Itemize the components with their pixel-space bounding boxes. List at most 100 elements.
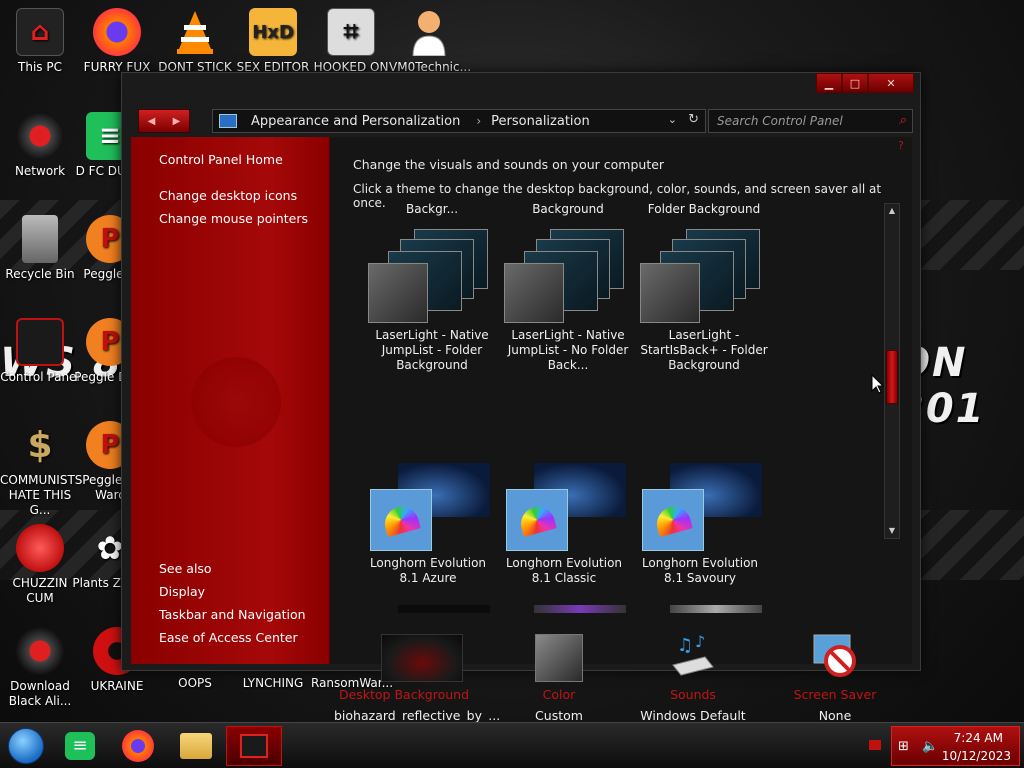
sounds-title[interactable]: Sounds: [623, 687, 763, 702]
address-bar[interactable]: Appearance and Personalization › Persona…: [212, 109, 706, 133]
theme-label-partial[interactable]: Background: [500, 202, 636, 216]
money-bag-icon: $: [27, 424, 53, 466]
minimize-button[interactable]: ▁: [816, 73, 842, 93]
personalization-window: ▁ □ ✕ ◀ ▶ Appearance and Personalization…: [121, 72, 921, 723]
svg-text:♫: ♫: [677, 635, 693, 656]
refresh-icon[interactable]: ↻: [688, 112, 699, 127]
taskbar: ≡ ⊞ 🔈 7:24 AM 10/12/2023: [0, 722, 1024, 768]
theme-tile-laserlight-3[interactable]: LaserLight - StartIsBack+ - Folder Backg…: [636, 229, 772, 374]
search-input[interactable]: Search Control Panel ⌕: [708, 109, 913, 133]
sidebar-link-control-panel-home[interactable]: Control Panel Home: [159, 152, 283, 167]
desktop-icon-hooked-on[interactable]: ⌗ HOOKED ON: [311, 8, 391, 75]
desktop-background-link[interactable]: Desktop Background biohazard_reflective_…: [334, 687, 500, 723]
breadcrumb-separator[interactable]: ›: [476, 114, 481, 128]
firefox-icon: [93, 8, 141, 56]
desktop-icon-communists[interactable]: $ COMMUNISTS HATE THIS G...: [0, 421, 82, 518]
network-tray-icon[interactable]: ⊞: [898, 739, 909, 754]
folder-icon: [180, 733, 212, 759]
page-heading: Change the visuals and sounds on your co…: [353, 157, 665, 172]
theme-name: LaserLight - StartIsBack+ - Folder Backg…: [640, 328, 768, 372]
theme-thumbnail: [370, 463, 506, 553]
sounds-icon[interactable]: ♫ ♪: [669, 631, 717, 681]
theme-thumbnail: [640, 229, 760, 323]
desktop-icon-furry-fux[interactable]: FURRY FUX: [77, 8, 157, 75]
theme-thumbnail: [506, 463, 642, 553]
color-swatch[interactable]: [535, 634, 583, 682]
taskbar-control-panel-active[interactable]: [226, 726, 282, 766]
scrollbar-thumb[interactable]: [886, 350, 898, 404]
desktop-icon-dont-stick[interactable]: DONT STICK: [155, 8, 235, 75]
taskbar-firefox[interactable]: [116, 728, 160, 764]
forward-arrow-icon[interactable]: ▶: [164, 110, 189, 132]
theme-name: Longhorn Evolution 8.1 Azure: [369, 556, 487, 585]
screen-saver-link[interactable]: Screen Saver None: [765, 687, 905, 723]
scroll-down-arrow-icon[interactable]: ▼: [885, 524, 899, 538]
color-link[interactable]: Color Custom: [489, 687, 629, 723]
theme-name: Longhorn Evolution 8.1 Savoury: [641, 556, 759, 585]
scroll-up-arrow-icon[interactable]: ▲: [885, 204, 899, 218]
system-tray[interactable]: ⊞ 🔈 7:24 AM 10/12/2023: [891, 726, 1020, 766]
desktop-icon-control-panel[interactable]: Control Panel: [0, 318, 80, 385]
clock-date: 10/12/2023: [941, 749, 1011, 763]
theme-list-scrollbar[interactable]: ▲ ▼: [884, 203, 900, 539]
taskbar-notes[interactable]: ≡: [58, 728, 102, 764]
theme-label-partial[interactable]: Folder Background: [636, 202, 772, 216]
desktop-icon-chuzzin[interactable]: CHUZZIN CUM: [0, 524, 80, 606]
theme-tile-longhorn-azure[interactable]: Longhorn Evolution 8.1 Azure: [364, 463, 500, 593]
chevron-down-icon[interactable]: ⌄: [668, 113, 677, 126]
show-hidden-icons-icon[interactable]: [869, 740, 881, 750]
sounds-link[interactable]: Sounds Windows Default: [623, 687, 763, 723]
control-panel-icon: [16, 318, 64, 366]
color-title[interactable]: Color: [489, 687, 629, 702]
screen-saver-icon[interactable]: [810, 631, 860, 681]
theme-name: Longhorn Evolution 8.1 Classic: [505, 556, 623, 585]
taskbar-file-explorer[interactable]: [174, 728, 218, 764]
help-icon[interactable]: ?: [898, 139, 904, 152]
sidebar-link-change-mouse-pointers[interactable]: Change mouse pointers: [159, 211, 308, 226]
search-icon[interactable]: ⌕: [899, 113, 906, 128]
hxd-editor-icon: HxD: [249, 8, 297, 56]
sidebar: Control Panel Home Change desktop icons …: [131, 137, 330, 664]
desktop-icon-label: OOPS: [178, 676, 212, 690]
maze-icon: ⌗: [327, 8, 375, 56]
breadcrumb-personalization[interactable]: Personalization: [491, 114, 590, 129]
sidebar-see-also-heading: See also: [159, 561, 212, 576]
desktop-icon-vm0technic[interactable]: VM0Technic...: [389, 8, 471, 75]
search-placeholder: Search Control Panel: [717, 114, 843, 128]
close-button[interactable]: ✕: [868, 73, 914, 93]
skull-watermark-icon: [191, 357, 281, 447]
desktop-icon-lynching[interactable]: LYNCHING: [233, 676, 313, 691]
maximize-button[interactable]: □: [842, 73, 868, 93]
sidebar-link-display[interactable]: Display: [159, 584, 205, 599]
volume-icon[interactable]: 🔈: [922, 739, 938, 754]
theme-tile-longhorn-classic[interactable]: Longhorn Evolution 8.1 Classic: [500, 463, 636, 593]
theme-label-partial[interactable]: Backgr...: [364, 202, 500, 216]
theme-tile-laserlight-1[interactable]: LaserLight - Native JumpList - Folder Ba…: [364, 229, 500, 374]
control-panel-icon: [240, 734, 268, 758]
desktop-icon-download-black[interactable]: Download Black Ali...: [0, 627, 80, 709]
start-button[interactable]: [4, 728, 48, 764]
back-arrow-icon[interactable]: ◀: [139, 110, 164, 132]
desktop-icon-network[interactable]: Network: [0, 112, 80, 179]
desktop-background-title[interactable]: Desktop Background: [334, 687, 474, 702]
desktop-icon-this-pc[interactable]: ⌂ This PC: [0, 8, 80, 75]
sidebar-link-ease-of-access[interactable]: Ease of Access Center: [159, 630, 298, 645]
firefox-icon: [122, 730, 154, 762]
sidebar-link-taskbar-navigation[interactable]: Taskbar and Navigation: [159, 607, 306, 622]
color-fan-icon: [381, 503, 421, 537]
recycle-bin-icon: [22, 215, 58, 263]
control-panel-icon: [219, 114, 237, 128]
breadcrumb-appearance[interactable]: Appearance and Personalization: [251, 114, 460, 129]
theme-tile-longhorn-savoury[interactable]: Longhorn Evolution 8.1 Savoury: [636, 463, 772, 593]
screen-saver-title[interactable]: Screen Saver: [765, 687, 905, 702]
desktop-icon-oops[interactable]: OOPS: [155, 676, 235, 691]
desktop-icon-label: Recycle Bin: [5, 267, 75, 281]
sidebar-link-change-desktop-icons[interactable]: Change desktop icons: [159, 188, 297, 203]
mouse-cursor-icon: [871, 373, 885, 398]
theme-tile-laserlight-2[interactable]: LaserLight - Native JumpList - No Folder…: [500, 229, 636, 374]
desktop-icon-label: This PC: [18, 60, 62, 74]
desktop-icon-label: Control Panel: [0, 370, 80, 384]
desktop-icon-recycle-bin[interactable]: Recycle Bin: [0, 215, 80, 282]
desktop-icon-sex-editor[interactable]: HxD SEX EDITOR: [233, 8, 313, 75]
theme-name: LaserLight - Native JumpList - Folder Ba…: [375, 328, 489, 372]
